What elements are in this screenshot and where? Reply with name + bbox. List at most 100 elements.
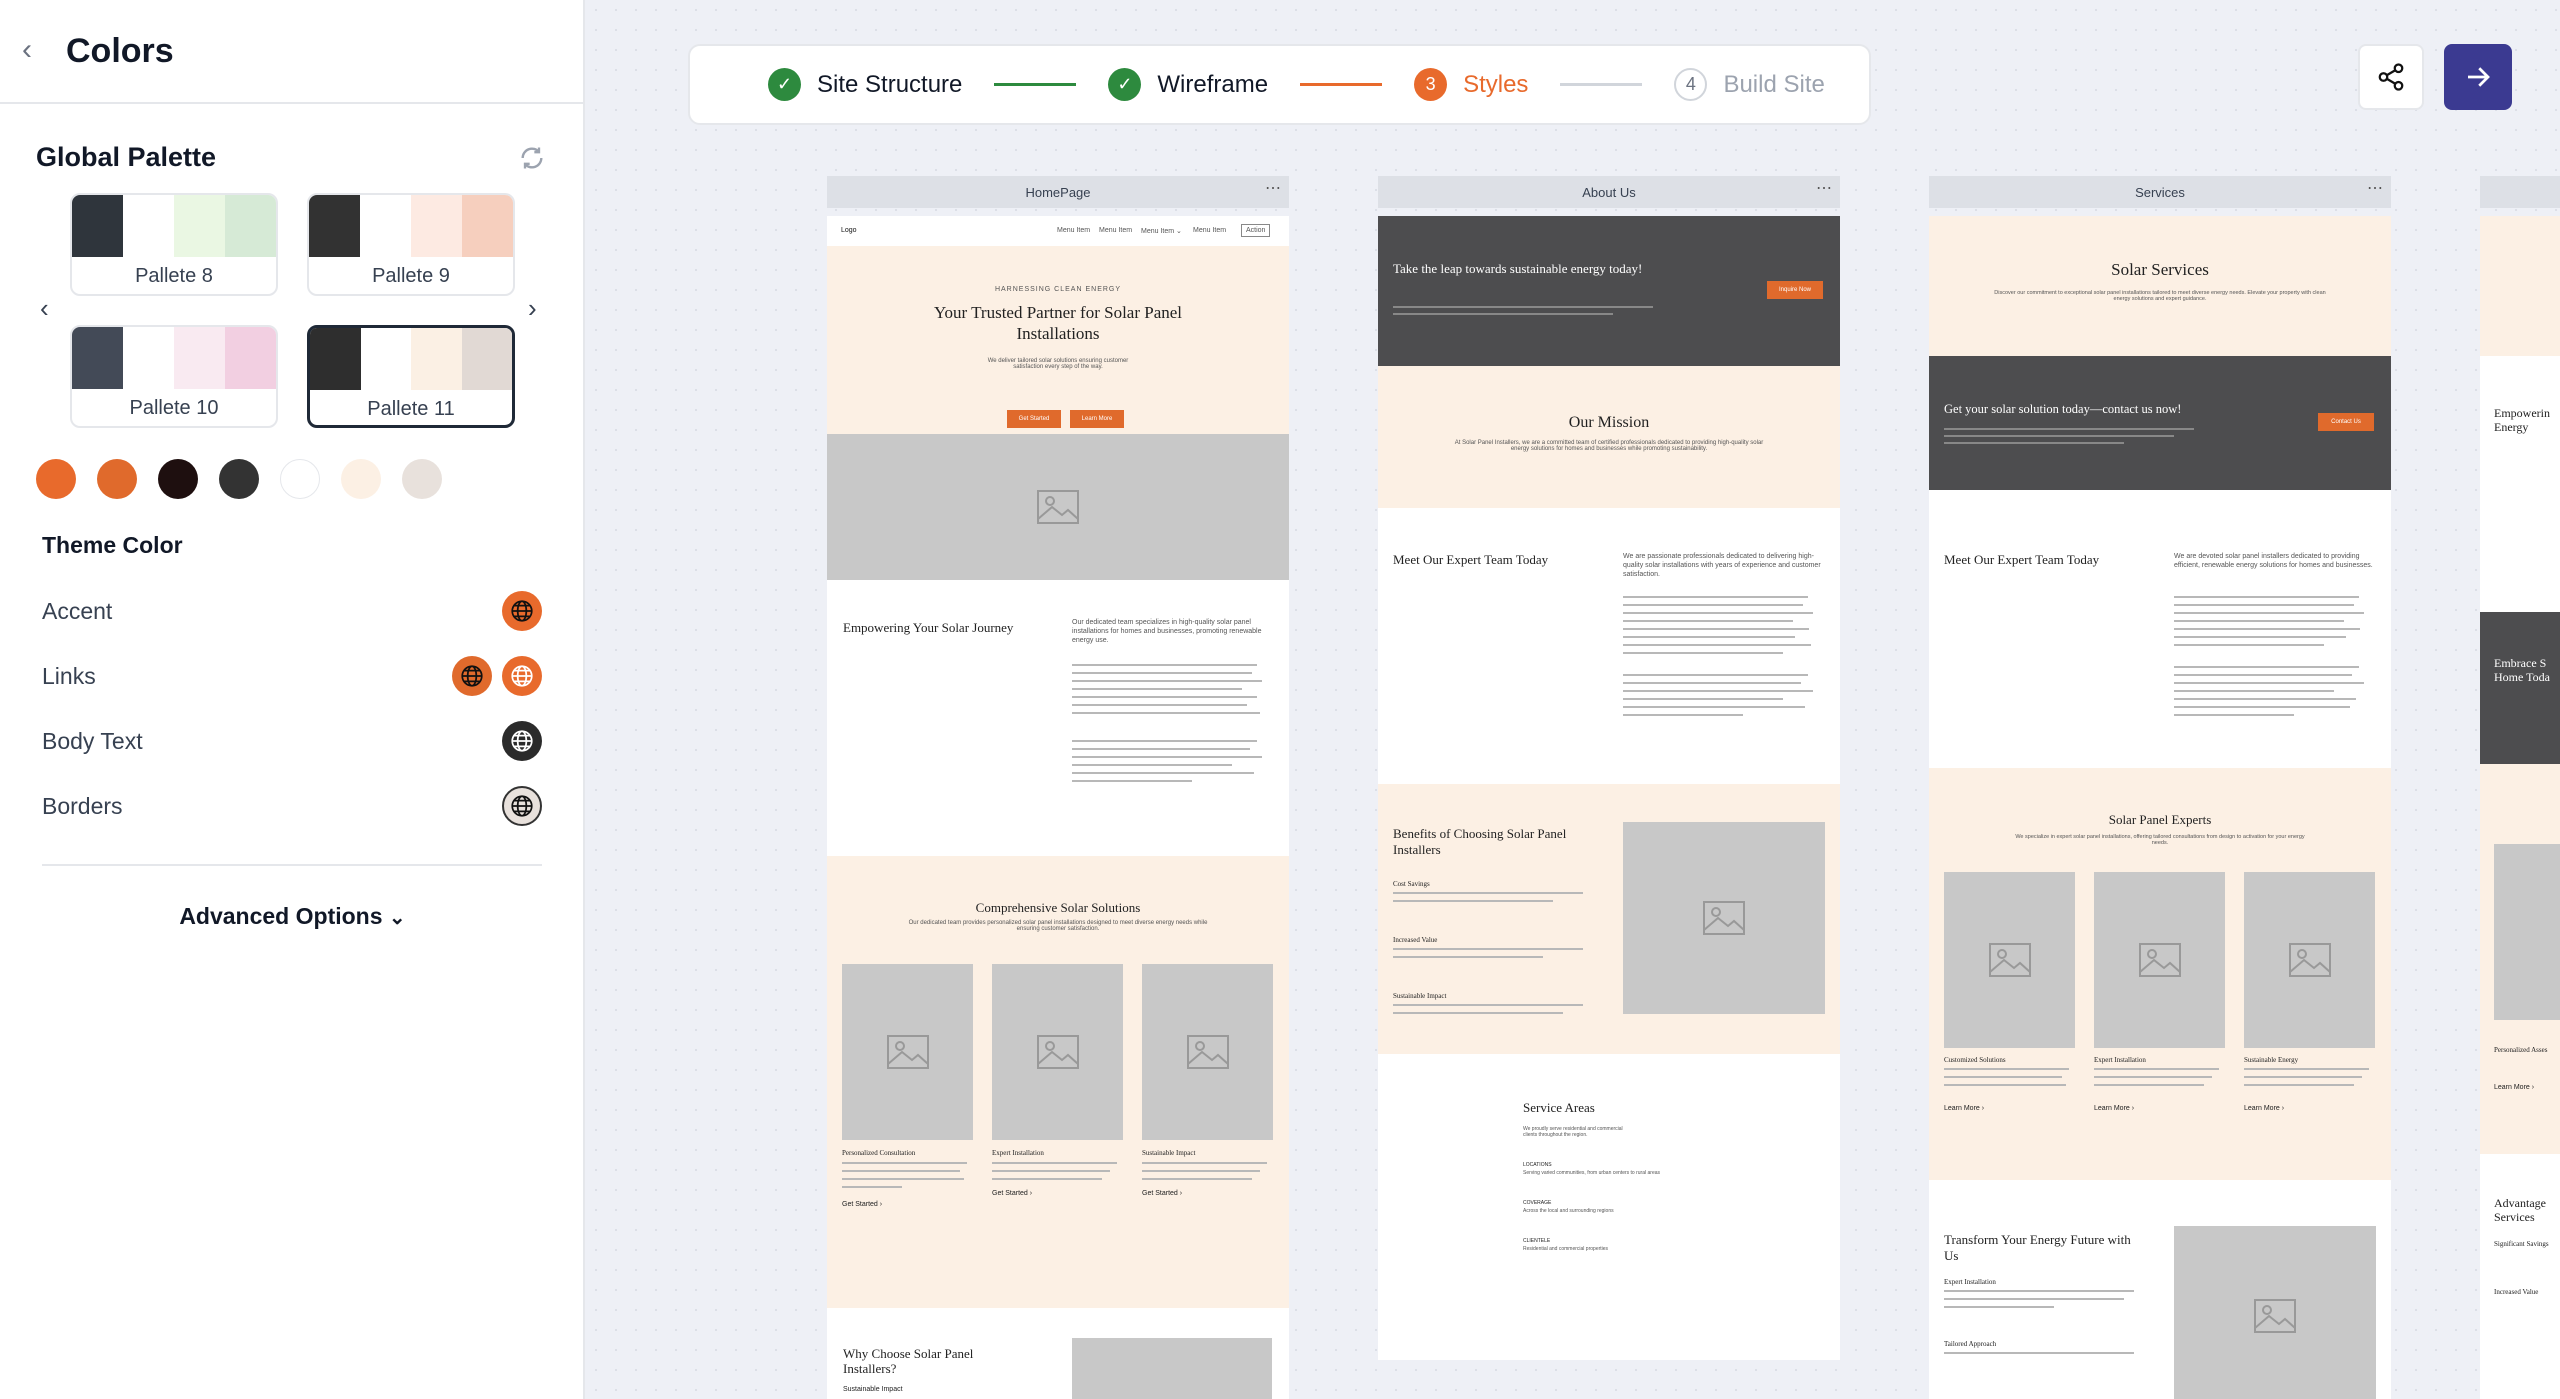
text-line	[1072, 664, 1257, 666]
preview-mission-title: Our Mission	[1568, 414, 1650, 431]
borders-globe-icon[interactable]	[502, 786, 542, 826]
next-button[interactable]	[2444, 44, 2512, 110]
preview-card-link: Learn More ›	[2244, 1105, 2285, 1112]
palette-card[interactable]: Pallete 8	[70, 193, 278, 296]
text-line	[1944, 1352, 2134, 1354]
step-build-site[interactable]: 4 Build Site	[1674, 68, 1825, 101]
back-chevron-icon[interactable]: ‹	[22, 35, 46, 65]
preview-btn: Contact Us	[2318, 413, 2374, 431]
preview-transform-item: Expert Installation	[1944, 1278, 1996, 1286]
more-icon[interactable]: ⋯	[1816, 178, 1832, 198]
theme-row-label: Body Text	[42, 727, 143, 754]
more-icon[interactable]: ⋯	[2367, 178, 2383, 198]
color-swatch[interactable]	[341, 459, 381, 499]
page-body: Solar Services Discover our commitment t…	[1929, 216, 2391, 1399]
color-swatch[interactable]	[402, 459, 442, 499]
progress-stepper: ✓ Site Structure ✓ Wireframe 3 Styles 4 …	[688, 44, 1871, 125]
text-line	[1623, 706, 1805, 708]
preview-eyebrow: HARNESSING CLEAN ENERGY	[994, 286, 1122, 293]
step-label: Site Structure	[817, 70, 963, 98]
palette-next-icon[interactable]: ›	[528, 293, 537, 324]
text-line	[1072, 764, 1232, 766]
palette-card[interactable]: Pallete 9	[307, 193, 515, 296]
preview-mission: Our Mission At Solar Panel Installers, w…	[1378, 366, 1840, 508]
color-swatch[interactable]	[36, 459, 76, 499]
preview-areas-text: We proudly serve residential and commerc…	[1523, 1126, 1623, 1138]
page-body: Empowerin Energy Embrace S Home Toda Per…	[2480, 216, 2560, 1399]
text-line	[2174, 644, 2324, 646]
page-preview-home[interactable]: HomePage ⋯ Logo Menu Item Menu Item Menu …	[827, 176, 1289, 1399]
preview-areas-title: Service Areas	[1523, 1100, 1595, 1115]
text-line	[2174, 714, 2294, 716]
text-line	[1623, 628, 1809, 630]
color-swatch[interactable]	[280, 459, 320, 499]
text-line	[1393, 956, 1543, 958]
preview-card-title: Sustainable Energy	[2244, 1056, 2299, 1064]
text-line	[1944, 428, 2194, 430]
page-preview-about[interactable]: About Us ⋯ Take the leap towards sustaina…	[1378, 176, 1840, 1360]
text-line	[1944, 1084, 2066, 1086]
text-line	[1072, 740, 1257, 742]
palette-label: Pallete 10	[129, 397, 219, 419]
text-line	[2244, 1076, 2362, 1078]
preview-solutions-title: Comprehensive Solar Solutions	[975, 900, 1141, 915]
palette-card-selected[interactable]: Pallete 11	[307, 325, 515, 428]
preview-nav: Logo Menu Item Menu Item Menu Item ⌄ Men…	[827, 216, 1289, 246]
text-line	[2174, 596, 2359, 598]
colors-sidebar: ‹ Colors Global Palette ‹ › Pallete 8 Pa…	[0, 0, 585, 1399]
preview-why-title: Why Choose Solar Panel Installers?	[843, 1346, 974, 1376]
step-wireframe[interactable]: ✓ Wireframe	[1108, 68, 1268, 101]
preview-areas: Service Areas We proudly serve residenti…	[1378, 1054, 1840, 1360]
page-preview-partial[interactable]: Empowerin Energy Embrace S Home Toda Per…	[2480, 176, 2560, 1399]
text-line	[1072, 696, 1257, 698]
color-swatch[interactable]	[219, 459, 259, 499]
text-line	[1623, 652, 1783, 654]
text-line	[1623, 612, 1813, 614]
theme-row-links: Links	[42, 656, 542, 696]
share-button[interactable]	[2358, 44, 2424, 110]
preview-banner: Take the leap towards sustainable energy…	[1378, 216, 1840, 366]
step-label: Build Site	[1723, 70, 1825, 98]
global-palette-header: Global Palette	[36, 142, 546, 173]
preview-services-title: Solar Services	[2111, 260, 2209, 279]
color-swatch[interactable]	[97, 459, 137, 499]
preview-area-text: Across the local and surrounding regions	[1523, 1208, 1614, 1214]
preview-area-text: Serving varied communities, from urban c…	[1523, 1170, 1661, 1176]
text-line	[1072, 688, 1242, 690]
preview-transform-item: Tailored Approach	[1944, 1340, 1997, 1348]
text-line	[2094, 1076, 2212, 1078]
more-icon[interactable]: ⋯	[1265, 178, 1281, 198]
step-site-structure[interactable]: ✓ Site Structure	[768, 68, 962, 101]
color-swatch-row	[36, 459, 442, 499]
preview-journey: Empowering Your Solar Journey Our dedica…	[827, 580, 1289, 856]
preview-nav-item: Menu Item	[1099, 227, 1133, 234]
refresh-icon[interactable]	[518, 144, 546, 172]
preview-services-team-text: We are devoted solar panel installers de…	[2174, 553, 2373, 569]
text-line	[842, 1162, 967, 1164]
body-text-globe-icon[interactable]	[502, 721, 542, 761]
preview-why-sub: Sustainable Impact	[843, 1386, 903, 1393]
preview-card-link: Get Started ›	[842, 1201, 883, 1208]
links-globe-icon[interactable]	[452, 656, 492, 696]
text-line	[1944, 1076, 2062, 1078]
text-line	[1072, 704, 1247, 706]
palette-prev-icon[interactable]: ‹	[40, 293, 49, 324]
preview-card-link: Get Started ›	[1142, 1190, 1183, 1197]
links-hover-globe-icon[interactable]	[502, 656, 542, 696]
page-preview-services[interactable]: Services ⋯ Solar Services Discover our co…	[1929, 176, 2391, 1399]
text-line	[1393, 900, 1553, 902]
preview-team-text: We are passionate professionals dedicate…	[1623, 553, 1821, 578]
color-swatch[interactable]	[158, 459, 198, 499]
step-styles[interactable]: 3 Styles	[1414, 68, 1528, 101]
text-line	[1944, 1068, 2069, 1070]
text-line	[1142, 1162, 1267, 1164]
palette-card[interactable]: Pallete 10	[70, 325, 278, 428]
accent-globe-icon[interactable]	[502, 591, 542, 631]
text-line	[842, 1186, 902, 1188]
text-line	[2174, 698, 2356, 700]
text-line	[2174, 666, 2359, 668]
advanced-options-toggle[interactable]: Advanced Options ⌄	[0, 903, 585, 930]
image-placeholder-icon	[1944, 872, 2075, 1048]
preview-partial-link: Learn More ›	[2494, 1084, 2535, 1091]
text-line	[842, 1170, 960, 1172]
